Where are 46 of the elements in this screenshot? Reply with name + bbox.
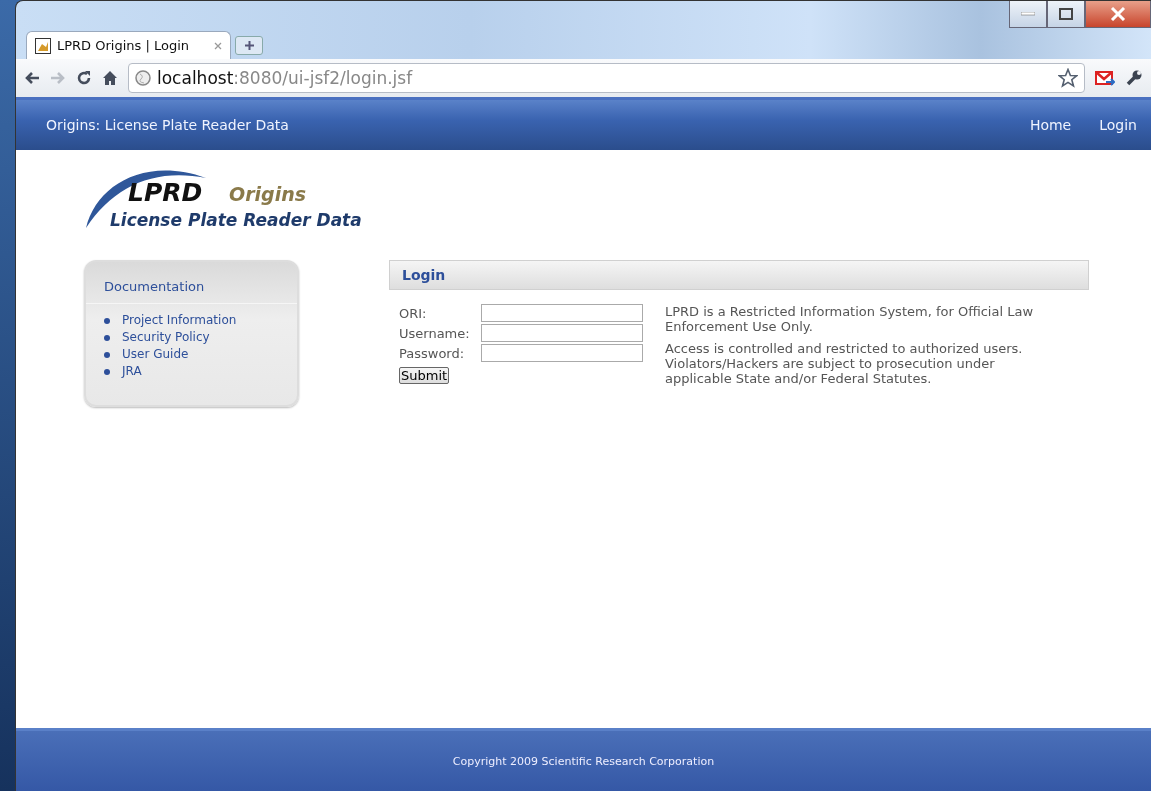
new-tab-button[interactable] (235, 36, 263, 55)
doc-link[interactable]: Security Policy (122, 329, 210, 346)
field-label: Password: (399, 345, 466, 361)
tab-title: LPRD Origins | Login (57, 38, 190, 53)
bullet-icon (104, 368, 110, 375)
doc-link[interactable]: Project Information (122, 312, 237, 329)
back-arrow-icon[interactable] (24, 71, 40, 85)
minimize-icon (1021, 12, 1035, 16)
home-icon[interactable] (102, 70, 118, 86)
doc-link[interactable]: JRA (122, 363, 142, 380)
maximize-icon (1059, 8, 1073, 20)
maximize-button[interactable] (1047, 1, 1085, 28)
doc-link[interactable]: User Guide (122, 346, 189, 363)
panel-title: Documentation (86, 262, 297, 304)
browser-tab[interactable]: LPRD Origins | Login (26, 31, 231, 59)
input-field[interactable] (481, 344, 643, 362)
copyright-text: Copyright 2009 Scientific Research Corporation (452, 754, 715, 768)
mail-icon[interactable] (1095, 70, 1115, 86)
star-icon[interactable] (1058, 68, 1078, 88)
logo-word: Origins (229, 183, 306, 205)
address-bar[interactable]: localhost:8080/ui-jsf2/login.jsf (128, 63, 1085, 93)
close-icon (1110, 7, 1126, 21)
minimize-button[interactable] (1009, 1, 1047, 28)
submit-button[interactable]: Submit (399, 367, 450, 384)
field-label: Username: (399, 325, 471, 341)
logo-acronym: LPRD (128, 178, 203, 207)
login-header: Login (389, 260, 1089, 290)
input-field[interactable] (481, 304, 643, 322)
globe-icon (135, 70, 151, 86)
wrench-icon[interactable] (1125, 69, 1143, 87)
bullet-icon (104, 317, 110, 324)
reload-icon[interactable] (76, 70, 92, 86)
site-title: Origins: License Plate Reader Data (46, 117, 289, 133)
field-label: ORI: (399, 305, 428, 321)
bullet-icon (104, 351, 110, 358)
nav-link[interactable]: Login (1099, 117, 1137, 133)
close-button[interactable] (1085, 1, 1151, 28)
bullet-icon (104, 334, 110, 341)
url-text: localhost:8080/ui-jsf2/login.jsf (157, 68, 413, 88)
plus-icon (243, 40, 255, 51)
logo-subtitle: License Plate Reader Data (110, 210, 362, 230)
close-icon[interactable] (214, 42, 222, 50)
input-field[interactable] (481, 324, 643, 342)
nav-link[interactable]: Home (1029, 117, 1072, 133)
notice-text: LPRD is a Restricted Information System, for Official Law Enforcement Use Only. (665, 304, 1035, 334)
notice-text: Access is controlled and restricted to authorized users. Violators/Hackers are subject to prosecution under applicable State and/or Federal Statutes. (665, 341, 1024, 386)
